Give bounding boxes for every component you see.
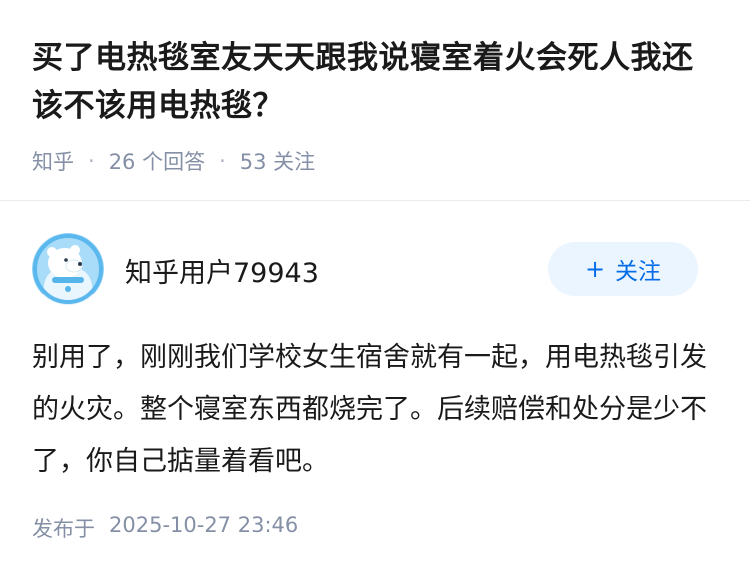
meta-separator: · [219,149,226,173]
question-header: 买了电热毯室友天天跟我说寝室着火会死人我还该不该用电热毯？ 知乎 · 26 个回… [32,34,722,176]
question-title[interactable]: 买了电热毯室友天天跟我说寝室着火会死人我还该不该用电热毯？ [32,34,722,130]
source-label[interactable]: 知乎 [32,146,74,176]
published-label: 发布于 [32,517,95,541]
answers-count[interactable]: 26 个回答 [109,146,205,176]
answer-content: 别用了，刚刚我们学校女生宿舍就有一起，用电热毯引发的火灾。整个寝室东西都烧完了。… [32,342,707,477]
answer-footer: 发布于 2025-10-27 23:46 [32,513,298,543]
author-name[interactable]: 知乎用户79943 [125,251,319,290]
follow-label: 关注 [615,259,662,285]
plus-icon: + [584,255,606,283]
avatar[interactable] [32,233,104,305]
avatar-icon [32,233,104,305]
section-divider [0,200,750,201]
follow-button[interactable]: + 关注 [548,242,698,296]
author-row: 知乎用户79943 + 关注 [32,233,698,305]
question-meta: 知乎 · 26 个回答 · 53 关注 [32,146,722,176]
published-time: 2025-10-27 23:46 [109,513,299,537]
meta-separator: · [88,149,95,173]
followers-count[interactable]: 53 关注 [240,146,315,176]
